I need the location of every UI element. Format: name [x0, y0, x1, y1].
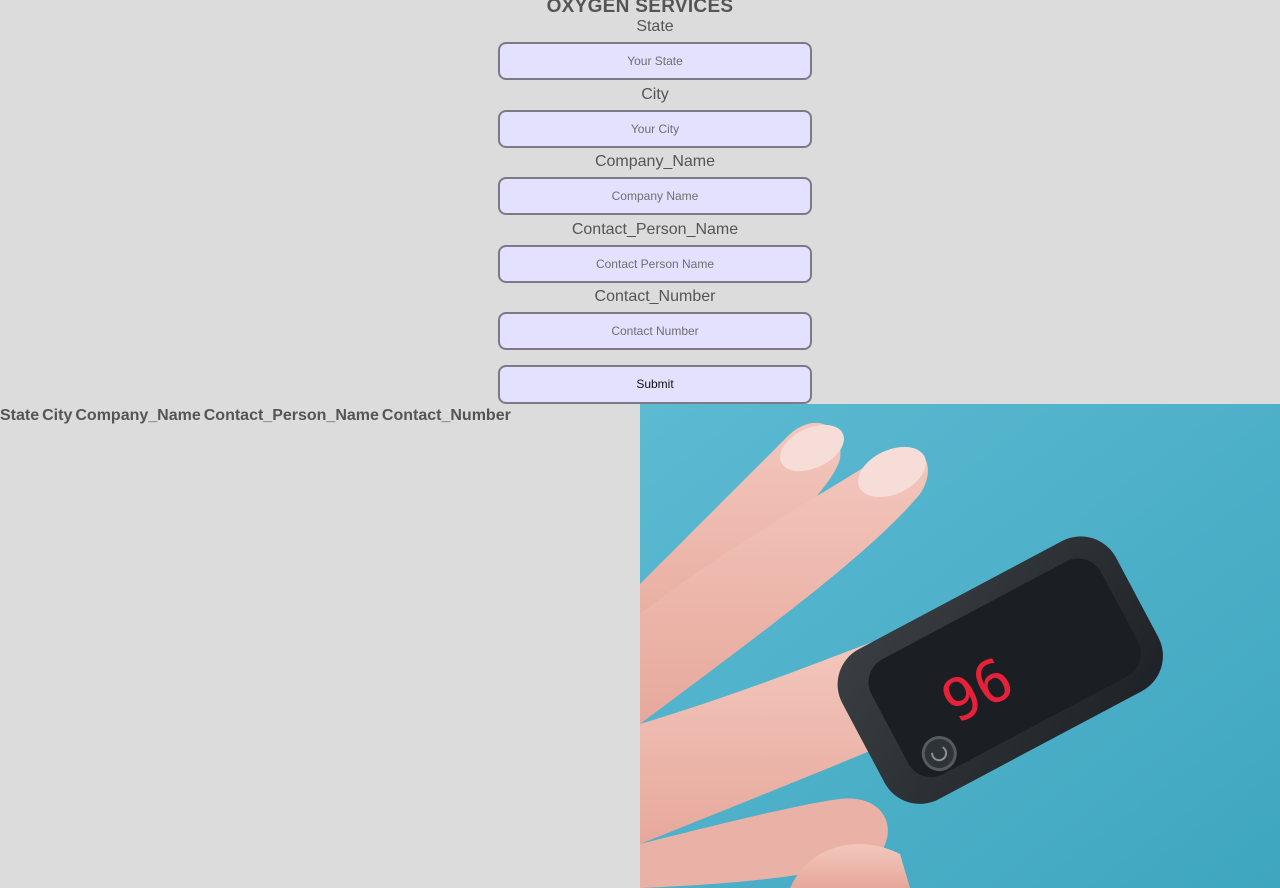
contact-person-name-input[interactable]	[498, 244, 812, 283]
column-header-contact-person-name: Contact_Person_Name	[203, 407, 379, 424]
column-header-city: City	[42, 407, 73, 424]
submit-button[interactable]: Submit	[498, 364, 812, 404]
contact-number-input[interactable]	[498, 312, 812, 350]
state-label: State	[636, 18, 674, 35]
pulse-oximeter-image: 96	[640, 404, 1280, 888]
oxygen-service-form: State City Company_Name Contact_Person_N…	[498, 16, 812, 404]
company-name-field-group: Company_Name	[498, 151, 812, 219]
page: OXYGEN SERVICES State City Company_Name …	[0, 0, 1280, 888]
state-field-group: State	[498, 16, 812, 84]
column-header-contact-number: Contact_Number	[381, 407, 511, 424]
contact-number-field-group: Contact_Number	[498, 286, 812, 354]
contact-number-label: Contact_Number	[594, 288, 716, 305]
contact-person-field-group: Contact_Person_Name	[498, 219, 812, 287]
contact-person-name-label: Contact_Person_Name	[571, 220, 739, 238]
company-name-input[interactable]	[498, 177, 812, 215]
company-name-label: Company_Name	[594, 153, 716, 170]
results-table-header: State City Company_Name Contact_Person_N…	[0, 406, 511, 426]
column-header-company-name: Company_Name	[75, 407, 201, 424]
state-input[interactable]	[498, 42, 812, 80]
city-field-group: City	[498, 84, 812, 152]
city-input[interactable]	[498, 109, 812, 148]
column-header-state: State	[0, 407, 40, 424]
city-label: City	[641, 85, 669, 103]
